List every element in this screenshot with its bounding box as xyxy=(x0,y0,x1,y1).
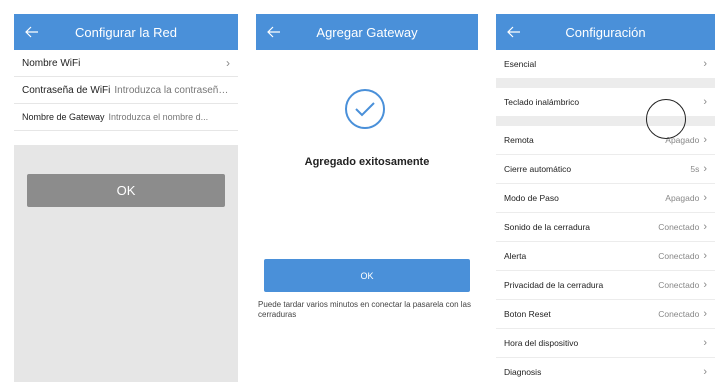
page-title: Configuración xyxy=(565,24,646,40)
header: Configurar la Red xyxy=(14,14,238,50)
settings-item-lock-sound[interactable]: Sonido de la cerradura Conectado › xyxy=(496,213,715,242)
settings-item-label: Sonido de la cerradura xyxy=(504,222,591,232)
gateway-name-label: Nombre de Gateway xyxy=(22,112,105,122)
section-divider xyxy=(496,79,715,88)
back-arrow-icon[interactable] xyxy=(264,22,284,42)
settings-item-label: Diagnosis xyxy=(504,367,542,377)
settings-item-label: Hora del dispositivo xyxy=(504,338,579,348)
header: Agregar Gateway xyxy=(256,14,478,50)
settings-item-value: 5s xyxy=(690,164,700,174)
page-title: Configurar la Red xyxy=(75,24,177,40)
wifi-name-row[interactable]: Nombre WiFi › xyxy=(14,50,238,77)
settings-item-label: Boton Reset xyxy=(504,309,551,319)
settings-item-label: Esencial xyxy=(504,59,537,69)
settings-item-label: Cierre automático xyxy=(504,164,572,174)
settings-item-label: Teclado inalámbrico xyxy=(504,97,580,107)
settings-item-value: Conectado xyxy=(658,309,700,319)
settings-item-alert[interactable]: Alerta Conectado › xyxy=(496,242,715,271)
success-message: Agregado exitosamente xyxy=(304,156,430,168)
configure-network-screen: Configurar la Red Nombre WiFi › Contrase… xyxy=(14,14,238,382)
chevron-right-icon: › xyxy=(703,134,707,146)
add-gateway-screen: Agregar Gateway Agregado exitosamente OK… xyxy=(256,14,478,382)
check-circle-icon xyxy=(344,88,386,130)
header: Configuración xyxy=(496,14,715,50)
chevron-right-icon: › xyxy=(703,250,707,262)
settings-item-value: Apagado xyxy=(665,135,700,145)
chevron-right-icon: › xyxy=(703,163,707,175)
settings-item-auto-lock[interactable]: Cierre automático 5s › xyxy=(496,155,715,184)
settings-item-value: Conectado xyxy=(658,222,700,232)
info-note: Puede tardar varios minutos en conectar … xyxy=(258,300,472,320)
ok-button[interactable]: OK xyxy=(27,174,225,207)
gateway-name-input[interactable]: Introduzca el nombre d... xyxy=(109,112,230,122)
settings-item-reset-button[interactable]: Boton Reset Conectado › xyxy=(496,300,715,329)
settings-item-label: Remota xyxy=(504,135,534,145)
chevron-right-icon: › xyxy=(703,221,707,233)
chevron-right-icon: › xyxy=(703,96,707,108)
chevron-right-icon: › xyxy=(226,56,230,70)
gateway-name-row[interactable]: Nombre de Gateway Introduzca el nombre d… xyxy=(14,104,238,131)
wifi-name-label: Nombre WiFi xyxy=(22,57,81,69)
chevron-right-icon: › xyxy=(703,337,707,349)
settings-item-passage-mode[interactable]: Modo de Paso Apagado › xyxy=(496,184,715,213)
back-arrow-icon[interactable] xyxy=(504,22,524,42)
settings-item-diagnosis[interactable]: Diagnosis › xyxy=(496,358,715,382)
settings-item-device-time[interactable]: Hora del dispositivo › xyxy=(496,329,715,358)
settings-item-value: Conectado xyxy=(658,280,700,290)
chevron-right-icon: › xyxy=(703,308,707,320)
chevron-right-icon: › xyxy=(703,366,707,378)
page-title: Agregar Gateway xyxy=(316,24,418,40)
settings-item-value: Conectado xyxy=(658,251,700,261)
ok-button[interactable]: OK xyxy=(264,259,470,292)
chevron-right-icon: › xyxy=(703,279,707,291)
wifi-password-label: Contraseña de WiFi xyxy=(22,84,111,96)
settings-screen: Configuración Esencial › Teclado inalámb… xyxy=(496,14,715,382)
settings-item-lock-privacy[interactable]: Privacidad de la cerradura Conectado › xyxy=(496,271,715,300)
settings-item-label: Alerta xyxy=(504,251,527,261)
back-arrow-icon[interactable] xyxy=(22,22,42,42)
section-divider xyxy=(496,117,715,126)
settings-item-value: Apagado xyxy=(665,193,700,203)
chevron-right-icon: › xyxy=(703,192,707,204)
settings-item-label: Privacidad de la cerradura xyxy=(504,280,604,290)
settings-list: Esencial › Teclado inalámbrico › Remota … xyxy=(496,50,715,382)
settings-item-remote[interactable]: Remota Apagado › xyxy=(496,126,715,155)
wifi-password-input[interactable]: Introduzca la contraseña... xyxy=(114,85,230,96)
chevron-right-icon: › xyxy=(703,58,707,70)
wifi-password-row[interactable]: Contraseña de WiFi Introduzca la contras… xyxy=(14,77,238,104)
settings-item-esencial[interactable]: Esencial › xyxy=(496,50,715,79)
settings-item-label: Modo de Paso xyxy=(504,193,559,203)
settings-item-wireless-keypad[interactable]: Teclado inalámbrico › xyxy=(496,88,715,117)
